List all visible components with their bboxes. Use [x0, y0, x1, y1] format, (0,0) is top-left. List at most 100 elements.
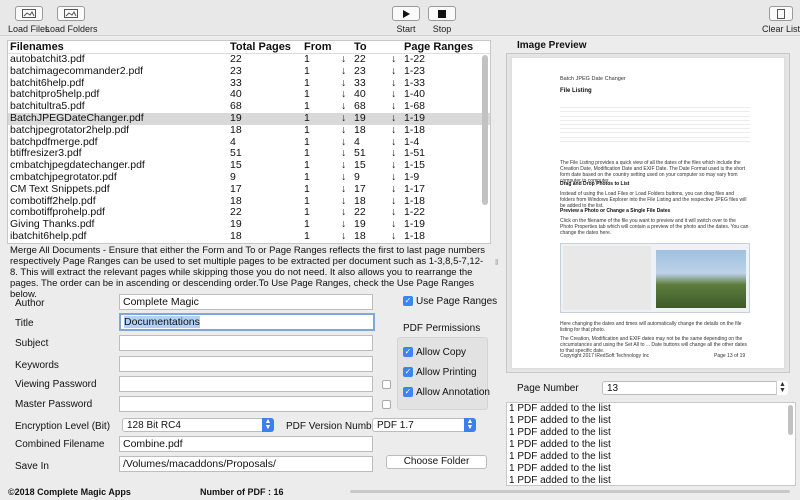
- allow-printing-label: Allow Printing: [416, 367, 477, 378]
- table-row[interactable]: batchimagecommander2.pdf 23 1 23 1-23 ↓ ↓: [8, 65, 490, 78]
- page-para4: Here changing the dates and times will a…: [560, 321, 742, 333]
- stop-button[interactable]: Stop: [428, 6, 456, 34]
- arrow-down-icon[interactable]: ↓: [341, 112, 346, 125]
- choose-folder-button[interactable]: Choose Folder: [386, 455, 487, 469]
- page-range-cell[interactable]: 1-17: [404, 183, 425, 196]
- list-item: 1 PDF added to the list: [509, 415, 611, 426]
- play-icon: [392, 6, 420, 21]
- title-input[interactable]: Documentations: [119, 313, 375, 331]
- total-pages-cell[interactable]: 17: [230, 183, 242, 196]
- filename-cell[interactable]: batchimagecommander2.pdf: [10, 65, 143, 78]
- to-cell[interactable]: 18: [354, 230, 366, 243]
- arrow-down-icon[interactable]: ↓: [341, 65, 346, 78]
- page-para2: Instead of using the Load Files or Load …: [560, 191, 747, 209]
- stop-label: Stop: [432, 24, 452, 34]
- total-pages-cell[interactable]: 23: [230, 65, 242, 78]
- table-row[interactable]: ibatchit6help.pdf 18 1 18 1-18 ↓ ↓: [8, 230, 490, 243]
- table-row[interactable]: cmbatchjpegrotator.pdf 9 1 9 1-9 ↓ ↓: [8, 171, 490, 184]
- log-list[interactable]: 1 PDF added to the list 1 PDF added to t…: [506, 402, 796, 486]
- allow-printing-checkbox[interactable]: ✓ Allow Printing: [403, 367, 477, 378]
- from-cell[interactable]: 1: [304, 183, 310, 196]
- page-number-select[interactable]: 13 ▲ ▼: [602, 381, 788, 395]
- filename-cell[interactable]: CM Text Snippets.pdf: [10, 183, 110, 196]
- image-preview: Batch JPEG Date Changer File Listing The…: [506, 53, 790, 373]
- arrow-down-icon[interactable]: ↓: [341, 183, 346, 196]
- viewing-password-input[interactable]: [119, 376, 373, 392]
- from-cell[interactable]: 1: [304, 171, 310, 184]
- load-files-button[interactable]: Load Files: [8, 6, 50, 34]
- load-folders-button[interactable]: Load Folders: [45, 6, 98, 34]
- arrow-down-icon[interactable]: ↓: [341, 230, 346, 243]
- arrow-down-icon[interactable]: ↓: [341, 171, 346, 184]
- to-cell[interactable]: 19: [354, 112, 366, 125]
- table-scrollbar[interactable]: [482, 55, 488, 205]
- viewing-password-label: Viewing Password: [15, 379, 97, 390]
- total-pages-cell[interactable]: 19: [230, 112, 242, 125]
- page-para3: Click on the filename of the file you wa…: [560, 218, 749, 236]
- filename-cell[interactable]: cmbatchjpegrotator.pdf: [10, 171, 117, 184]
- author-label: Author: [15, 298, 45, 309]
- from-cell[interactable]: 1: [304, 124, 310, 137]
- from-cell[interactable]: 1: [304, 230, 310, 243]
- to-cell[interactable]: 18: [354, 124, 366, 137]
- checkmark-icon: ✓: [403, 387, 413, 398]
- allow-copy-checkbox[interactable]: ✓ Allow Copy: [403, 347, 466, 358]
- total-pages-cell[interactable]: 18: [230, 230, 242, 243]
- arrow-down-icon[interactable]: ↓: [341, 124, 346, 137]
- arrow-down-icon[interactable]: ↓: [391, 112, 396, 125]
- combined-filename-input[interactable]: Combine.pdf: [119, 436, 373, 452]
- arrow-down-icon[interactable]: ↓: [391, 183, 396, 196]
- list-item: 1 PDF added to the list: [509, 427, 611, 438]
- filename-cell[interactable]: BatchJPEGDateChanger.pdf: [10, 112, 144, 125]
- start-button[interactable]: Start: [392, 6, 420, 34]
- header-page-ranges[interactable]: Page Ranges: [404, 41, 473, 53]
- viewing-password-checkbox[interactable]: [382, 380, 391, 389]
- header-filenames[interactable]: Filenames: [10, 41, 64, 53]
- table-row[interactable]: batchjpegrotator2help.pdf 18 1 18 1-18 ↓ ↓: [8, 124, 490, 137]
- from-cell[interactable]: 1: [304, 112, 310, 125]
- table-row[interactable]: BatchJPEGDateChanger.pdf 19 1 19 1-19 ↓ ↓: [8, 112, 490, 125]
- mini-table: [560, 104, 750, 144]
- table-row[interactable]: CM Text Snippets.pdf 17 1 17 1-17 ↓ ↓: [8, 183, 490, 196]
- use-page-ranges-checkbox[interactable]: ✓ Use Page Ranges: [403, 296, 497, 307]
- clear-list-button[interactable]: Clear List: [762, 6, 800, 34]
- page-range-cell[interactable]: 1-18: [404, 230, 425, 243]
- keywords-input[interactable]: [119, 356, 373, 372]
- header-total-pages[interactable]: Total Pages: [230, 41, 291, 53]
- total-pages-cell[interactable]: 18: [230, 124, 242, 137]
- combined-filename-label: Combined Filename: [15, 439, 105, 450]
- master-password-checkbox[interactable]: [382, 400, 391, 409]
- filename-cell[interactable]: ibatchit6help.pdf: [10, 230, 86, 243]
- to-cell[interactable]: 17: [354, 183, 366, 196]
- save-in-input[interactable]: /Volumes/macaddons/Proposals/: [119, 456, 373, 472]
- split-handle[interactable]: ‖: [495, 258, 498, 267]
- folder-image-icon: [57, 6, 86, 21]
- pdf-version-select[interactable]: PDF 1.7 ▲ ▼: [372, 418, 476, 432]
- encryption-select[interactable]: 128 Bit RC4 ▲ ▼: [122, 418, 274, 432]
- header-to[interactable]: To: [354, 41, 367, 53]
- page-range-cell[interactable]: 1-18: [404, 124, 425, 137]
- page-range-cell[interactable]: 1-23: [404, 65, 425, 78]
- title-value: Documentations: [124, 316, 200, 328]
- filename-cell[interactable]: batchjpegrotator2help.pdf: [10, 124, 129, 137]
- arrow-down-icon[interactable]: ↓: [391, 65, 396, 78]
- clear-list-label: Clear List: [762, 24, 800, 34]
- load-files-label: Load Files: [8, 24, 50, 34]
- page-range-cell[interactable]: 1-19: [404, 112, 425, 125]
- to-cell[interactable]: 23: [354, 65, 366, 78]
- author-input[interactable]: Complete Magic: [119, 294, 373, 310]
- allow-annotation-checkbox[interactable]: ✓ Allow Annotation: [403, 387, 490, 398]
- master-password-input[interactable]: [119, 396, 373, 412]
- horizontal-scrollbar[interactable]: [350, 490, 790, 493]
- header-from[interactable]: From: [304, 41, 332, 53]
- subject-input[interactable]: [119, 335, 373, 351]
- from-cell[interactable]: 1: [304, 65, 310, 78]
- total-pages-cell[interactable]: 9: [230, 171, 236, 184]
- page-range-cell[interactable]: 1-9: [404, 171, 419, 184]
- arrow-down-icon[interactable]: ↓: [391, 171, 396, 184]
- log-scrollbar[interactable]: [788, 405, 793, 435]
- arrow-down-icon[interactable]: ↓: [391, 124, 396, 137]
- allow-copy-label: Allow Copy: [416, 347, 467, 358]
- arrow-down-icon[interactable]: ↓: [391, 230, 396, 243]
- to-cell[interactable]: 9: [354, 171, 360, 184]
